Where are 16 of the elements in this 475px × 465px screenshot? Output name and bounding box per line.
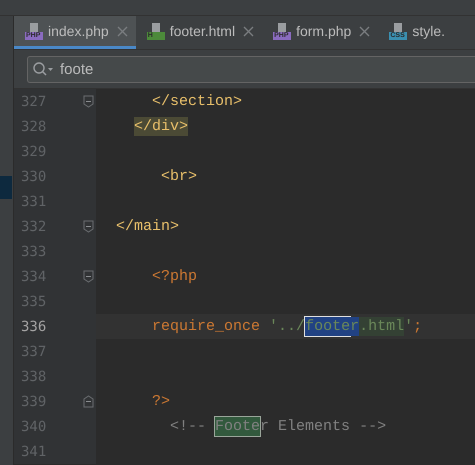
code-line: <br> xyxy=(160,167,198,187)
fold-icon[interactable] xyxy=(83,270,94,283)
code-line: <!-- Footer Elements --> xyxy=(169,416,388,438)
search-icon[interactable] xyxy=(32,60,54,76)
code-line: </section> xyxy=(151,92,244,112)
fold-icon[interactable] xyxy=(83,220,94,233)
fold-icon[interactable] xyxy=(83,395,94,408)
line-number: 336 xyxy=(21,318,46,334)
code-line: <?php xyxy=(151,267,198,287)
close-icon[interactable] xyxy=(359,26,370,36)
close-icon[interactable] xyxy=(243,26,254,36)
change-marker xyxy=(0,176,12,199)
search-field[interactable]: foote xyxy=(27,56,475,82)
fold-icon[interactable] xyxy=(83,95,94,108)
code-line: </main> xyxy=(115,217,180,237)
code-line: ?> xyxy=(151,392,172,412)
